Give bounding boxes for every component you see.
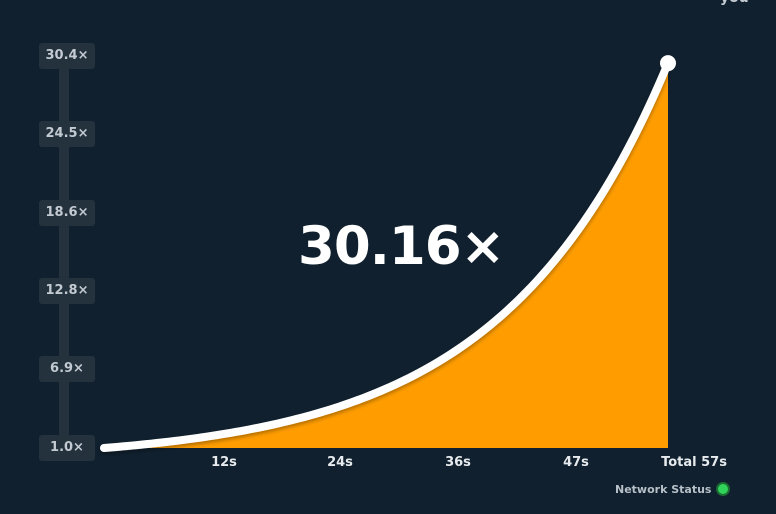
crash-game-board: you 30.4× 24.5× 18.6× 12.8× 6.9× 1.0× 30… (0, 0, 776, 514)
current-multiplier: 30.16× (298, 216, 505, 277)
x-tick-label: 36s (445, 455, 471, 470)
x-tick-label: 24s (327, 455, 353, 470)
x-tick-label: 12s (211, 455, 237, 470)
curve-end-point (660, 55, 676, 72)
x-tick-label: 47s (563, 455, 589, 470)
network-status-indicator-icon (716, 482, 731, 496)
network-status-label: Network Status (615, 482, 712, 496)
network-status: Network Status (615, 482, 731, 496)
x-tick-label-total: Total 57s (661, 455, 727, 470)
